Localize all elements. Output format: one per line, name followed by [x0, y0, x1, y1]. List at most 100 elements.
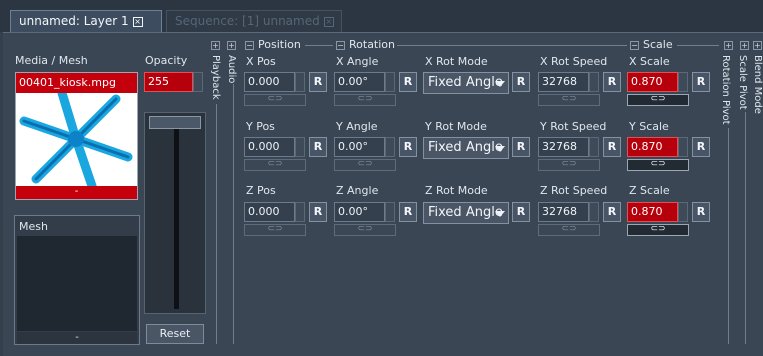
close-tab-icon[interactable]: ×: [323, 17, 334, 27]
mesh-title: Mesh: [19, 220, 48, 233]
z-angle-link-toggle[interactable]: ⊂⊃: [334, 224, 396, 236]
audio-group-label[interactable]: Audio: [226, 55, 237, 83]
tab-sequence[interactable]: Sequence: [1] unnamed ×: [166, 10, 342, 32]
z-pos-link-toggle[interactable]: ⊂⊃: [244, 224, 306, 236]
y-scale-label: Y Scale: [629, 120, 669, 133]
y-rot-speed-spinner[interactable]: [589, 137, 599, 157]
z-rot-speed-input[interactable]: 32768: [538, 202, 589, 222]
slider-handle[interactable]: [149, 116, 201, 129]
z-scale-input[interactable]: 0.870: [627, 202, 678, 222]
y-rot-mode-dropdown[interactable]: Fixed Angle: [423, 137, 509, 159]
tab-label: unnamed: Layer 1: [19, 14, 129, 28]
x-pos-label: X Pos: [246, 55, 276, 68]
z-pos-spinner[interactable]: [295, 202, 305, 222]
x-pos-link-toggle[interactable]: ⊂⊃: [244, 94, 306, 106]
collapse-rotation-icon[interactable]: −: [336, 41, 345, 50]
x-scale-input[interactable]: 0.870: [627, 72, 678, 92]
opacity-label: Opacity: [145, 54, 188, 67]
x-angle-spinner[interactable]: [385, 72, 395, 92]
collapse-position-icon[interactable]: −: [245, 41, 254, 50]
x-rot-mode-dropdown[interactable]: Fixed Angle: [423, 72, 509, 94]
rotation-pivot-group-label[interactable]: Rotation Pivot: [720, 55, 731, 125]
chain-link-icon: ⊂⊃: [267, 94, 283, 104]
expand-rotation-pivot-icon[interactable]: +: [724, 41, 733, 50]
blend-mode-group-label[interactable]: Blend Mode: [752, 55, 763, 114]
z-rot-speed-link-toggle[interactable]: ⊂⊃: [538, 224, 600, 236]
chevron-down-icon: [495, 81, 505, 87]
z-scale-link-toggle[interactable]: ⊂⊃: [627, 224, 689, 236]
mesh-footer: -: [17, 332, 137, 344]
z-angle-reset-button[interactable]: R: [399, 202, 417, 222]
x-rot-speed-input[interactable]: 32768: [538, 72, 589, 92]
dropdown-value: Fixed Angle: [428, 205, 503, 220]
expand-audio-icon[interactable]: +: [227, 41, 236, 50]
mesh-panel: Mesh -: [14, 215, 140, 345]
y-rot-speed-link-toggle[interactable]: ⊂⊃: [538, 159, 600, 171]
y-scale-input[interactable]: 0.870: [627, 137, 678, 157]
y-pos-link-toggle[interactable]: ⊂⊃: [244, 159, 306, 171]
opacity-spinner[interactable]: [193, 72, 203, 92]
chain-link-icon: ⊂⊃: [267, 159, 283, 169]
divider: [728, 128, 729, 344]
tab-layer[interactable]: unnamed: Layer 1 ×: [10, 10, 162, 32]
x-rot-speed-link-toggle[interactable]: ⊂⊃: [538, 94, 600, 106]
z-angle-input[interactable]: 0.00°: [334, 202, 385, 222]
chain-link-icon: ⊂⊃: [650, 224, 666, 234]
z-pos-reset-button[interactable]: R: [309, 202, 327, 222]
z-rot-mode-reset-button[interactable]: R: [512, 202, 530, 222]
z-rot-speed-spinner[interactable]: [589, 202, 599, 222]
x-pos-reset-button[interactable]: R: [309, 72, 327, 92]
x-rot-mode-reset-button[interactable]: R: [512, 72, 530, 92]
y-angle-input[interactable]: 0.00°: [334, 137, 385, 157]
z-rot-mode-dropdown[interactable]: Fixed Angle: [423, 202, 509, 224]
x-rot-speed-reset-button[interactable]: R: [603, 72, 621, 92]
media-header: Media / Mesh: [15, 54, 88, 67]
expand-playback-icon[interactable]: +: [211, 41, 220, 50]
mesh-drop-area[interactable]: [17, 236, 137, 331]
divider: [397, 45, 627, 46]
x-angle-label: X Angle: [336, 55, 379, 68]
x-angle-link-toggle[interactable]: ⊂⊃: [334, 94, 396, 106]
chain-link-icon: ⊂⊃: [561, 224, 577, 234]
x-angle-reset-button[interactable]: R: [399, 72, 417, 92]
x-pos-spinner[interactable]: [295, 72, 305, 92]
y-rot-speed-input[interactable]: 32768: [538, 137, 589, 157]
x-pos-input[interactable]: 0.000: [244, 72, 295, 92]
y-pos-input[interactable]: 0.000: [244, 137, 295, 157]
expand-blend-mode-icon[interactable]: +: [753, 41, 762, 50]
z-rot-speed-reset-button[interactable]: R: [603, 202, 621, 222]
y-rot-speed-reset-button[interactable]: R: [603, 137, 621, 157]
reset-button[interactable]: Reset: [146, 324, 204, 344]
x-scale-link-toggle[interactable]: ⊂⊃: [627, 94, 689, 106]
opacity-input[interactable]: 255: [144, 72, 193, 92]
y-angle-link-toggle[interactable]: ⊂⊃: [334, 159, 396, 171]
opacity-slider[interactable]: [144, 112, 206, 314]
media-thumbnail[interactable]: 00401_kiosk.mpg -: [15, 72, 138, 200]
y-angle-spinner[interactable]: [385, 137, 395, 157]
collapse-scale-icon[interactable]: −: [630, 41, 639, 50]
y-angle-reset-button[interactable]: R: [399, 137, 417, 157]
y-pos-reset-button[interactable]: R: [309, 137, 327, 157]
z-scale-reset-button[interactable]: R: [692, 202, 710, 222]
z-pos-input[interactable]: 0.000: [244, 202, 295, 222]
x-scale-label: X Scale: [629, 55, 670, 68]
divider: [677, 45, 719, 46]
playback-group-label[interactable]: Playback: [210, 55, 221, 100]
position-section-title: Position: [258, 38, 301, 51]
y-scale-spinner[interactable]: [678, 137, 688, 157]
x-angle-input[interactable]: 0.00°: [334, 72, 385, 92]
y-scale-reset-button[interactable]: R: [692, 137, 710, 157]
y-angle-label: Y Angle: [336, 120, 378, 133]
y-pos-spinner[interactable]: [295, 137, 305, 157]
x-rot-speed-label: X Rot Speed: [540, 55, 608, 68]
y-scale-link-toggle[interactable]: ⊂⊃: [627, 159, 689, 171]
y-rot-mode-reset-button[interactable]: R: [512, 137, 530, 157]
x-scale-spinner[interactable]: [678, 72, 688, 92]
x-rot-speed-spinner[interactable]: [589, 72, 599, 92]
x-scale-reset-button[interactable]: R: [692, 72, 710, 92]
z-angle-spinner[interactable]: [385, 202, 395, 222]
expand-scale-pivot-icon[interactable]: +: [740, 41, 749, 50]
scale-pivot-group-label[interactable]: Scale Pivot: [737, 55, 748, 110]
z-scale-spinner[interactable]: [678, 202, 688, 222]
close-tab-icon[interactable]: ×: [132, 17, 143, 27]
